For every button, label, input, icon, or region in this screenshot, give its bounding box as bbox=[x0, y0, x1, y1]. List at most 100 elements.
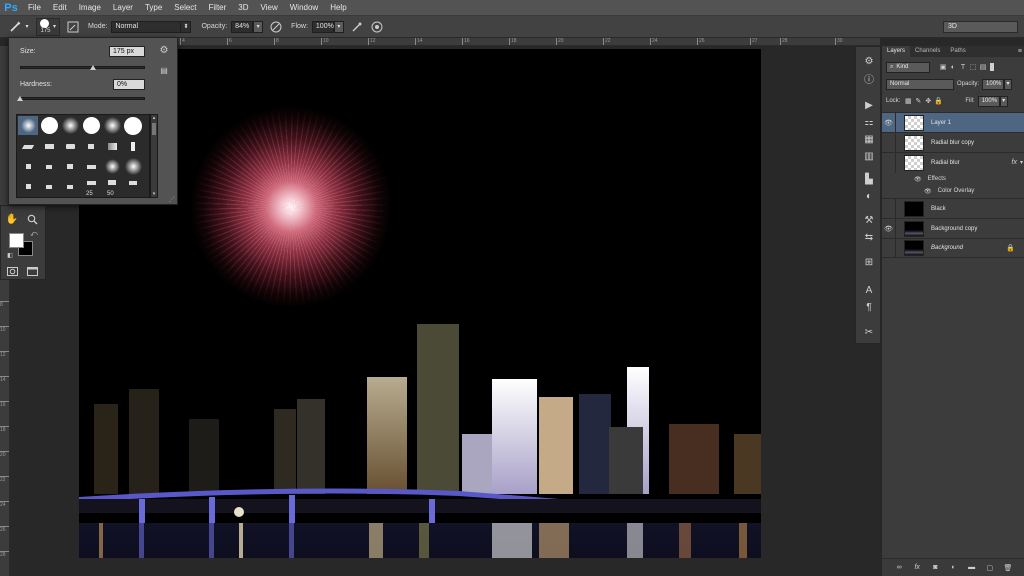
foreground-color-swatch[interactable] bbox=[9, 233, 24, 248]
hardness-input[interactable]: 0% bbox=[113, 79, 145, 90]
screen-mode-icon[interactable] bbox=[25, 264, 39, 278]
brush-preset-hard-round[interactable] bbox=[39, 116, 59, 135]
effects-row[interactable]: 👁 Effects bbox=[882, 173, 1024, 185]
tab-paths[interactable]: Paths bbox=[945, 46, 970, 57]
brush-preset-chisel[interactable] bbox=[18, 137, 38, 156]
menu-window[interactable]: Window bbox=[284, 0, 324, 16]
default-colors-icon[interactable]: ◧ bbox=[3, 248, 17, 262]
brush-preset-soft-round[interactable] bbox=[18, 116, 38, 135]
menu-3d[interactable]: 3D bbox=[232, 0, 254, 16]
brush-preset-chisel[interactable] bbox=[123, 137, 143, 156]
brush-preset-flat[interactable] bbox=[18, 157, 38, 176]
brush-preset-soft-round[interactable] bbox=[60, 116, 80, 135]
scrollbar-thumb[interactable] bbox=[152, 123, 156, 135]
styles-panel-icon[interactable]: ▥ bbox=[860, 149, 878, 163]
pressure-size-icon[interactable] bbox=[370, 20, 384, 34]
layer-row-radial-blur-copy[interactable]: Radial blur copy bbox=[882, 132, 1024, 153]
blend-mode-select[interactable]: Normal bbox=[886, 78, 954, 90]
brush-preset-picker[interactable]: 175 ▾ bbox=[36, 17, 61, 36]
brush-preset-flat[interactable] bbox=[39, 157, 59, 176]
lock-all-icon[interactable]: 🔒 bbox=[933, 96, 943, 106]
visibility-toggle[interactable] bbox=[882, 198, 896, 219]
filter-pixel-icon[interactable]: ▣ bbox=[938, 62, 948, 72]
menu-view[interactable]: View bbox=[255, 0, 284, 16]
layer-fill-dropdown[interactable]: ▾ bbox=[999, 95, 1008, 107]
visibility-toggle[interactable] bbox=[882, 132, 896, 153]
airbrush-icon[interactable] bbox=[350, 20, 364, 34]
opacity-dropdown-button[interactable]: ▾ bbox=[253, 20, 264, 33]
layer-effects-badge[interactable]: fx bbox=[1012, 159, 1017, 166]
zoom-tool-icon[interactable] bbox=[25, 212, 39, 226]
menu-image[interactable]: Image bbox=[73, 0, 107, 16]
filter-kind-select[interactable]: ⌕ Kind bbox=[886, 61, 930, 73]
filter-type-icon[interactable]: T bbox=[958, 62, 968, 72]
brush-preset-chisel[interactable] bbox=[39, 137, 59, 156]
layer-row-layer-1[interactable]: 👁 Layer 1 bbox=[882, 112, 1024, 133]
timeline-panel-icon[interactable]: ⊞ bbox=[860, 255, 878, 269]
brush-preset-chisel[interactable] bbox=[81, 137, 101, 156]
filter-adjustment-icon[interactable]: ◐ bbox=[948, 62, 958, 72]
workspace-select[interactable]: 3D bbox=[943, 21, 1018, 33]
filter-toggle[interactable] bbox=[990, 63, 994, 71]
visibility-toggle[interactable] bbox=[882, 238, 896, 258]
resize-grip-icon[interactable]: ⋰ bbox=[169, 196, 175, 203]
menu-type[interactable]: Type bbox=[139, 0, 168, 16]
delete-layer-icon[interactable]: 🗑 bbox=[1003, 563, 1013, 573]
hand-tool-icon[interactable]: ✋ bbox=[5, 212, 19, 226]
menu-edit[interactable]: Edit bbox=[47, 0, 73, 16]
brush-settings-gear-icon[interactable]: ⚙ bbox=[157, 43, 171, 57]
brush-tool-icon[interactable] bbox=[8, 20, 22, 34]
scroll-down-icon[interactable]: ▾ bbox=[151, 191, 157, 197]
filter-shape-icon[interactable]: ⬚ bbox=[968, 62, 978, 72]
layer-row-background-copy[interactable]: 👁 Background copy bbox=[882, 218, 1024, 239]
tool-preset-dropdown[interactable]: ▾ bbox=[22, 21, 32, 33]
lock-transparent-icon[interactable]: ▦ bbox=[903, 96, 913, 106]
brush-preset-flat[interactable] bbox=[123, 173, 143, 192]
document-canvas[interactable] bbox=[79, 49, 761, 558]
brush-preset-chisel[interactable] bbox=[60, 137, 80, 156]
brush-preset-flat[interactable] bbox=[81, 173, 101, 192]
visibility-toggle[interactable] bbox=[882, 152, 896, 173]
layer-row-radial-blur[interactable]: Radial blur fx ▾ bbox=[882, 152, 1024, 173]
quick-mask-icon[interactable] bbox=[5, 264, 19, 278]
character-panel-icon[interactable]: A bbox=[860, 283, 878, 297]
new-preset-icon[interactable]: ▤ bbox=[157, 63, 171, 77]
brush-preset-flat[interactable] bbox=[102, 173, 122, 192]
brush-preset-flat[interactable] bbox=[60, 157, 80, 176]
brush-preset-flat[interactable] bbox=[60, 177, 80, 196]
menu-file[interactable]: File bbox=[22, 0, 47, 16]
opacity-input[interactable]: 84% bbox=[231, 20, 254, 33]
brush-preset-hard-round[interactable] bbox=[123, 116, 143, 135]
lock-image-icon[interactable]: ✎ bbox=[913, 96, 923, 106]
panel-menu-icon[interactable]: ≡ bbox=[1018, 46, 1022, 57]
new-group-icon[interactable]: ▬ bbox=[967, 563, 977, 573]
tab-layers[interactable]: Layers bbox=[882, 46, 911, 57]
effects-eye-icon[interactable]: 👁 bbox=[914, 176, 922, 183]
brush-preset-soft-round[interactable] bbox=[102, 116, 122, 135]
history-panel-icon[interactable]: ⚙ bbox=[860, 54, 878, 68]
menu-filter[interactable]: Filter bbox=[203, 0, 233, 16]
color-panel-icon[interactable]: ▙ bbox=[860, 172, 878, 186]
brush-panel-icon[interactable]: ⚒ bbox=[860, 213, 878, 227]
menu-help[interactable]: Help bbox=[324, 0, 352, 16]
actions-panel-icon[interactable]: ▶ bbox=[860, 98, 878, 112]
adjustments-panel-icon[interactable]: ▦ bbox=[860, 132, 878, 146]
eye-icon[interactable]: 👁 bbox=[882, 218, 896, 239]
scroll-up-icon[interactable]: ▴ bbox=[151, 115, 157, 121]
add-layer-style-icon[interactable]: fx bbox=[912, 563, 922, 573]
info-panel-icon[interactable]: ⓘ bbox=[860, 71, 878, 86]
tool-presets-panel-icon[interactable]: ✂ bbox=[860, 325, 878, 339]
link-layers-icon[interactable]: ∞ bbox=[894, 563, 904, 573]
mode-dropdown-button[interactable]: ⬍ bbox=[181, 20, 192, 33]
filter-smart-object-icon[interactable]: ▤ bbox=[978, 62, 988, 72]
add-mask-icon[interactable]: ◙ bbox=[930, 563, 940, 573]
layer-row-background[interactable]: Background 🔒 bbox=[882, 238, 1024, 258]
size-slider-track[interactable] bbox=[20, 66, 145, 69]
expand-effects-icon[interactable]: ▾ bbox=[1020, 159, 1023, 166]
brush-preset-chisel[interactable] bbox=[102, 137, 122, 156]
swap-colors-icon[interactable]: ⤺ bbox=[27, 228, 41, 242]
menu-select[interactable]: Select bbox=[168, 0, 202, 16]
layer-row-black[interactable]: Black bbox=[882, 198, 1024, 219]
swatches-panel-icon[interactable]: ◐ bbox=[860, 189, 878, 203]
flow-input[interactable]: 100% bbox=[311, 20, 334, 33]
